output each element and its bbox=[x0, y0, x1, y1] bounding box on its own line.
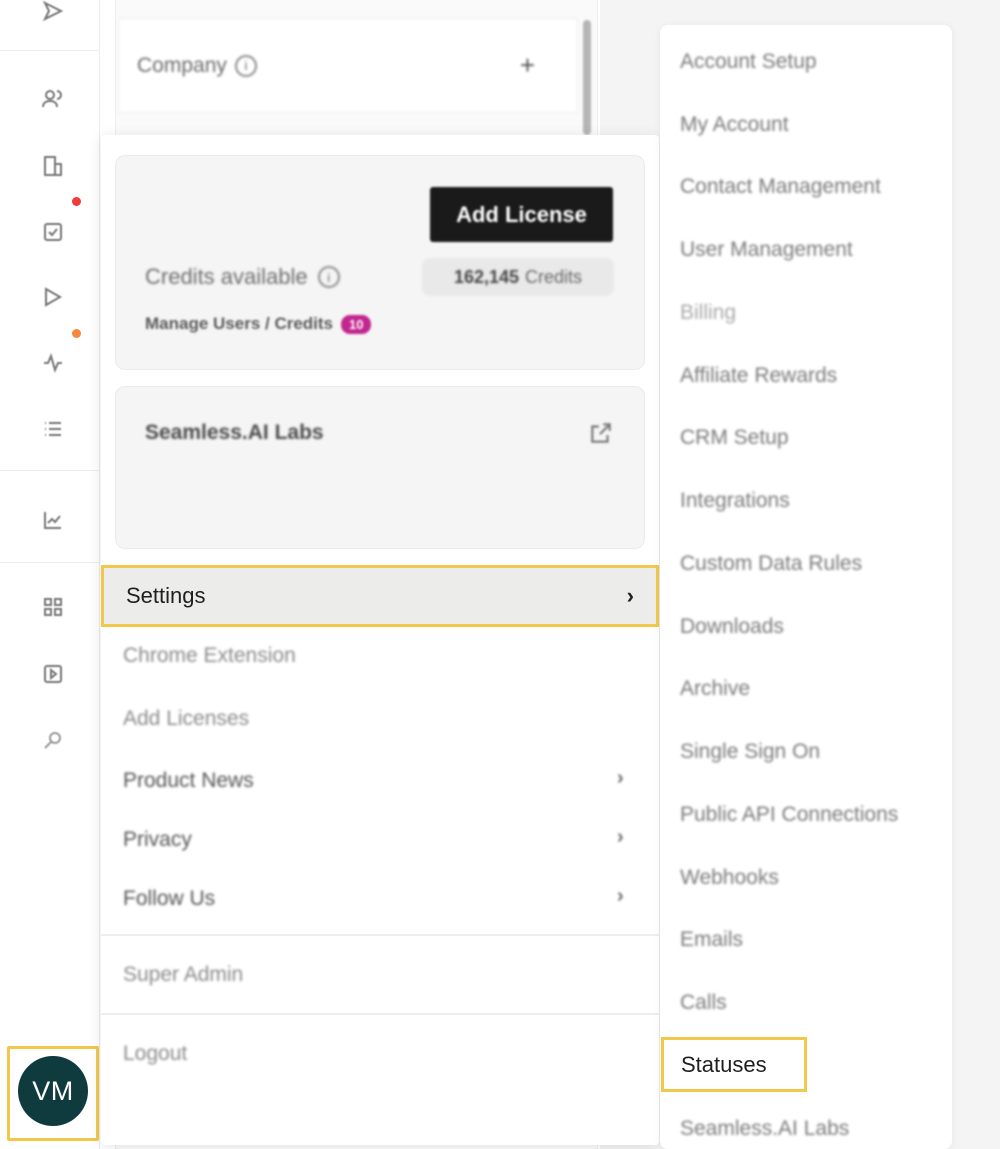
settings-menu-item[interactable]: Settings › bbox=[101, 565, 659, 627]
chart-icon[interactable] bbox=[38, 505, 68, 535]
submenu-item-emails[interactable]: Emails bbox=[680, 928, 743, 952]
chevron-right-icon: › bbox=[617, 885, 624, 907]
submenu-item-billing[interactable]: Billing bbox=[680, 301, 736, 325]
submenu-item-integrations[interactable]: Integrations bbox=[680, 489, 790, 513]
play-icon[interactable] bbox=[38, 659, 68, 689]
menu-item-follow-us[interactable]: Follow Us bbox=[123, 887, 215, 911]
settings-label: Settings bbox=[126, 583, 206, 608]
submenu-item-custom-data-rules[interactable]: Custom Data Rules bbox=[680, 552, 862, 576]
submenu-item-calls[interactable]: Calls bbox=[680, 991, 727, 1015]
submenu-item-downloads[interactable]: Downloads bbox=[680, 615, 784, 639]
scrollbar[interactable] bbox=[583, 20, 591, 135]
manage-users-badge: 10 bbox=[341, 314, 372, 334]
submenu-item-user-management[interactable]: User Management bbox=[680, 238, 853, 262]
list-icon[interactable] bbox=[38, 414, 68, 444]
labs-card[interactable] bbox=[115, 386, 645, 549]
external-link-icon[interactable] bbox=[588, 420, 614, 446]
plus-icon[interactable]: + bbox=[520, 50, 535, 81]
manage-users-label: Manage Users / Credits bbox=[145, 314, 334, 333]
manage-users-link[interactable]: Manage Users / Credits 10 bbox=[145, 314, 372, 334]
info-icon: i bbox=[234, 54, 257, 77]
tasks-icon[interactable] bbox=[38, 217, 68, 247]
submenu-item-seamless-ai-labs[interactable]: Seamless.AI Labs bbox=[680, 1117, 849, 1141]
menu-divider bbox=[101, 934, 659, 936]
submenu-item-crm-setup[interactable]: CRM Setup bbox=[680, 426, 789, 450]
info-icon[interactable]: i bbox=[317, 266, 340, 288]
menu-divider bbox=[101, 1013, 659, 1015]
submenu-item-affiliate-rewards[interactable]: Affiliate Rewards bbox=[680, 364, 837, 388]
send-icon[interactable] bbox=[38, 0, 68, 26]
users-icon[interactable] bbox=[38, 84, 68, 114]
submenu-item-webhooks[interactable]: Webhooks bbox=[680, 866, 779, 890]
apps-icon[interactable] bbox=[38, 592, 68, 622]
credits-unit: Credits bbox=[525, 266, 583, 287]
chevron-right-icon: › bbox=[626, 583, 634, 608]
menu-item-add-licenses[interactable]: Add Licenses bbox=[123, 707, 249, 731]
menu-item-super-admin[interactable]: Super Admin bbox=[123, 963, 243, 987]
company-label: Company bbox=[137, 53, 227, 77]
submenu-item-my-account[interactable]: My Account bbox=[680, 113, 789, 137]
chevron-right-icon: › bbox=[617, 767, 624, 789]
labs-title: Seamless.AI Labs bbox=[145, 421, 324, 444]
building-icon[interactable] bbox=[38, 151, 68, 181]
menu-item-chrome-extension[interactable]: Chrome Extension bbox=[123, 644, 296, 668]
avatar[interactable]: VM bbox=[18, 1056, 88, 1126]
notification-dot bbox=[72, 329, 81, 338]
submenu-item-public-api-connections[interactable]: Public API Connections bbox=[680, 803, 898, 827]
notification-dot bbox=[72, 197, 81, 206]
credits-value: 162,145 bbox=[453, 266, 520, 287]
chevron-right-icon: › bbox=[617, 826, 624, 848]
credits-count: 162,145 Credits bbox=[422, 258, 614, 296]
menu-item-product-news[interactable]: Product News bbox=[123, 769, 254, 793]
search-icon[interactable] bbox=[38, 725, 68, 755]
credits-available-label: Credits available i bbox=[145, 264, 340, 290]
menu-item-logout[interactable]: Logout bbox=[123, 1042, 187, 1066]
menu-item-privacy[interactable]: Privacy bbox=[123, 828, 192, 852]
left-nav-rail bbox=[0, 0, 100, 1149]
credits-available-text: Credits available bbox=[145, 264, 308, 289]
add-license-button[interactable]: Add License bbox=[430, 187, 613, 242]
company-filter-row[interactable]: Company i + bbox=[118, 18, 578, 113]
sequence-icon[interactable] bbox=[38, 282, 68, 312]
activity-icon[interactable] bbox=[38, 348, 68, 378]
submenu-item-archive[interactable]: Archive bbox=[680, 677, 750, 701]
submenu-item-single-sign-on[interactable]: Single Sign On bbox=[680, 740, 820, 764]
submenu-item-statuses[interactable]: Statuses bbox=[661, 1037, 807, 1092]
submenu-item-account-setup[interactable]: Account Setup bbox=[680, 50, 817, 74]
submenu-item-contact-management[interactable]: Contact Management bbox=[680, 175, 881, 199]
